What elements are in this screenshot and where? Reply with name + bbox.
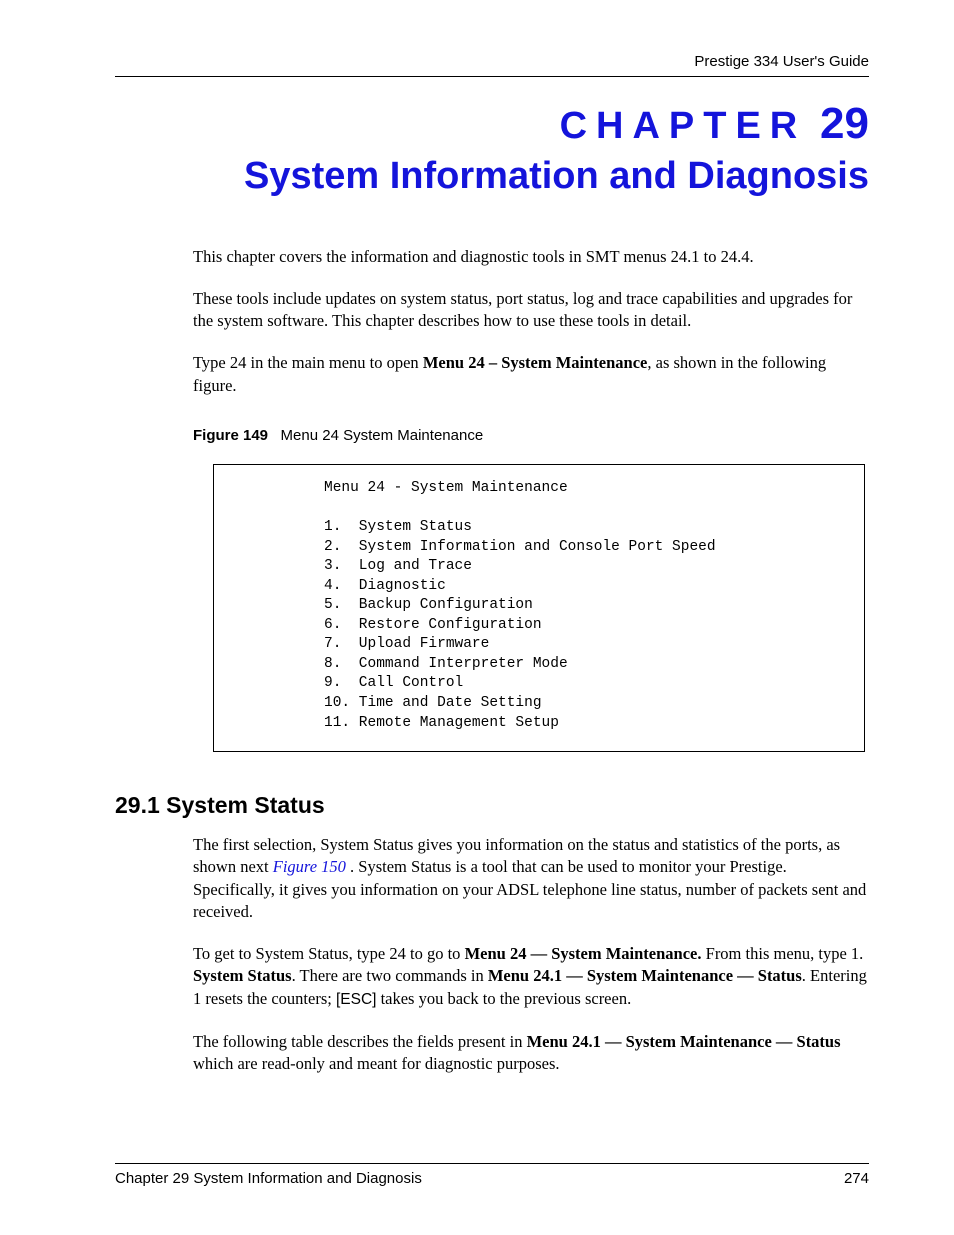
text: . There are two commands in (292, 966, 488, 985)
chapter-title: System Information and Diagnosis (115, 153, 869, 201)
top-rule (115, 76, 869, 77)
chapter-label: CHAPTER (560, 105, 807, 147)
intro-para-2: These tools include updates on system st… (193, 288, 869, 333)
menu-name: System Status (193, 966, 292, 985)
intro-para-3: Type 24 in the main menu to open Menu 24… (193, 352, 869, 397)
menu-name: Menu 24 — System Maintenance. (465, 944, 702, 963)
section-heading: 29.1 System Status (115, 792, 869, 819)
text: To get to System Status, type 24 to go t… (193, 944, 465, 963)
footer-chapter: Chapter 29 System Information and Diagno… (115, 1170, 422, 1187)
body-block: This chapter covers the information and … (193, 246, 869, 753)
chapter-number: 29 (820, 99, 869, 148)
figure-link[interactable]: Figure 150 (273, 857, 350, 876)
text: The following table describes the fields… (193, 1032, 527, 1051)
section-para-3: The following table describes the fields… (193, 1031, 869, 1076)
text: From this menu, type 1. (702, 944, 864, 963)
text: takes you back to the previous screen. (376, 989, 631, 1008)
figure-label: Figure 149 (193, 427, 268, 444)
page-number: 274 (844, 1170, 869, 1187)
section-body: The first selection, System Status gives… (193, 834, 869, 1075)
page: Prestige 334 User's Guide CHAPTER 29 Sys… (0, 0, 954, 1235)
text: Type 24 in the main menu to open (193, 353, 423, 372)
terminal-screen: Menu 24 - System Maintenance 1. System S… (213, 464, 865, 752)
menu-name: Menu 24.1 — System Maintenance — Status (527, 1032, 841, 1051)
page-footer: Chapter 29 System Information and Diagno… (115, 1163, 869, 1187)
text: which are read-only and meant for diagno… (193, 1054, 560, 1073)
section-para-1: The first selection, System Status gives… (193, 834, 869, 923)
intro-para-1: This chapter covers the information and … (193, 246, 869, 268)
figure-title: Menu 24 System Maintenance (281, 427, 484, 444)
bottom-rule (115, 1163, 869, 1164)
section-para-2: To get to System Status, type 24 to go t… (193, 943, 869, 1010)
key-esc: [ESC] (336, 991, 376, 1008)
menu-name: Menu 24 – System Maintenance (423, 353, 648, 372)
menu-name: Menu 24.1 — System Maintenance — Status (488, 966, 802, 985)
running-header: Prestige 334 User's Guide (115, 53, 869, 76)
chapter-heading: CHAPTER 29 System Information and Diagno… (115, 99, 869, 201)
figure-caption: Figure 149 Menu 24 System Maintenance (193, 427, 869, 444)
